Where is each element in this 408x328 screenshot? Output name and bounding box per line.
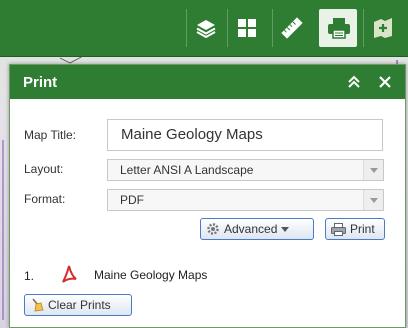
close-icon [379,76,391,88]
broom-icon [32,298,44,312]
print-panel-header: Print [10,65,405,99]
clear-prints-label: Clear Prints [48,298,111,312]
measure-icon [280,17,303,39]
format-select[interactable]: PDF [107,189,384,211]
advanced-label: Advanced [224,222,278,236]
print-button-label: Print [350,222,375,236]
result-number: 1. [24,269,35,283]
advanced-button[interactable]: Advanced [200,218,314,240]
printer-icon [331,222,346,236]
gear-icon [207,223,219,235]
pdf-icon[interactable] [60,264,78,284]
top-toolbar [0,0,408,57]
layout-select-value: Letter ANSI A Landscape [120,163,254,177]
measure-button[interactable] [272,9,310,47]
clear-prints-button[interactable]: Clear Prints [24,294,132,316]
chevron-down-icon [369,167,378,173]
collapse-button[interactable] [344,72,364,92]
add-data-icon [373,18,392,38]
print-tool-button[interactable] [319,9,357,47]
layers-button[interactable] [186,9,224,47]
basemap-gallery-button[interactable] [227,9,265,47]
panel-title: Print [23,74,58,91]
layout-dropdown-arrow[interactable] [363,160,383,180]
format-select-value: PDF [120,193,144,207]
chevron-double-up-icon [348,75,360,88]
basemap-gallery-icon [237,19,256,37]
caret-down-icon [281,226,290,232]
print-button[interactable]: Print [325,218,385,240]
layout-label: Layout: [24,162,64,176]
add-data-button[interactable] [363,9,401,47]
map-title-label: Map Title: [24,128,77,142]
chevron-down-icon [369,197,378,203]
format-dropdown-arrow[interactable] [363,190,383,210]
layers-icon [196,20,215,39]
layout-select[interactable]: Letter ANSI A Landscape [107,159,384,181]
print-icon [327,18,350,39]
format-label: Format: [24,192,66,206]
map-title-input[interactable]: Maine Geology Maps [107,119,383,151]
result-title-link[interactable]: Maine Geology Maps [94,268,207,282]
close-button[interactable] [375,72,395,92]
